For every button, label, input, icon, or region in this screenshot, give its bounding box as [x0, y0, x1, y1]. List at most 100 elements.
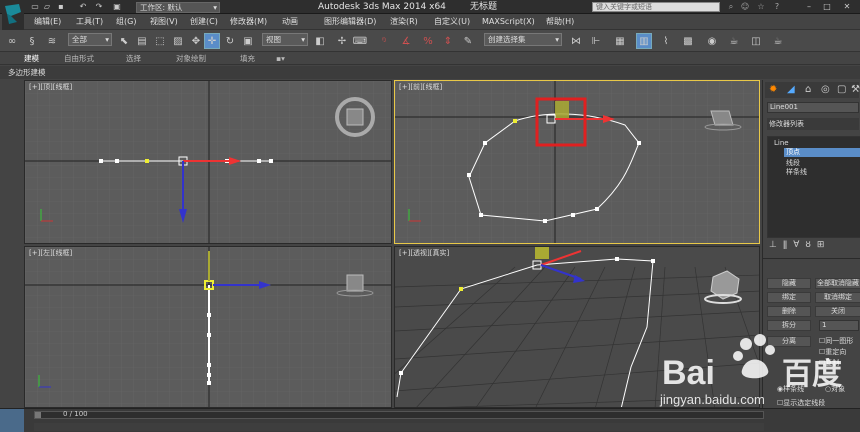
utilities-tab-icon[interactable]: ⚒: [851, 84, 860, 95]
reference-coord-dropdown[interactable]: 视图 ▾: [262, 33, 308, 46]
workspace-dropdown[interactable]: 工作区: 默认 ▾: [136, 2, 220, 13]
motion-tab-icon[interactable]: ◎: [821, 84, 830, 95]
main-toolbar: ∞ § ≋ 全部 ▾ ⬉ ▤ ⬚ ▨ ✥ ✛ ↻ ▣ 视图 ▾ ◧ ✢ ⌨ ᵑ ∡ …: [0, 30, 860, 52]
menu-modifiers[interactable]: 修改器(M): [230, 16, 267, 28]
time-slider-handle[interactable]: [35, 412, 41, 418]
hold-icon[interactable]: ▣: [112, 2, 122, 11]
bind-button[interactable]: 绑定: [767, 292, 811, 303]
ribbon-tab-freeform[interactable]: 自由形式: [64, 54, 94, 64]
rect-selection-icon[interactable]: ⬚: [152, 33, 168, 49]
select-manipulate-icon[interactable]: ✢: [334, 33, 350, 49]
ribbon-subtab[interactable]: 多边形建模: [0, 66, 860, 79]
track-bar[interactable]: [34, 423, 764, 431]
redo-icon[interactable]: ↷: [94, 2, 104, 11]
material-editor-icon[interactable]: ◉: [704, 33, 720, 49]
keyboard-shortcut-icon[interactable]: ⌨: [352, 33, 368, 49]
select-move-icon[interactable]: ✥: [188, 33, 204, 49]
search-icon[interactable]: ⌕: [726, 2, 736, 11]
menu-graph-editors[interactable]: 图形编辑器(D): [324, 16, 376, 28]
new-file-icon[interactable]: ▭: [30, 2, 40, 11]
ribbon-tab-modeling[interactable]: 建模: [24, 54, 39, 64]
selection-filter-dropdown[interactable]: 全部 ▾: [68, 33, 112, 46]
object-name-field[interactable]: Line001: [767, 102, 859, 113]
render-setup-icon[interactable]: ☕: [726, 33, 742, 49]
ribbon-tab-object-paint[interactable]: 对象绘制: [176, 54, 206, 64]
viewport-layout-icon[interactable]: [0, 409, 24, 432]
move-active-icon[interactable]: ✛: [204, 33, 220, 49]
snap-toggle-icon[interactable]: ᵑ: [376, 33, 392, 49]
ribbon-tab-selection[interactable]: 选择: [126, 54, 141, 64]
close-icon[interactable]: ✕: [842, 2, 852, 11]
menu-rendering[interactable]: 渲染(R): [390, 16, 418, 28]
maximize-icon[interactable]: □: [822, 2, 832, 11]
menu-customize[interactable]: 自定义(U): [434, 16, 470, 28]
viewport-left[interactable]: [+][左][线框]: [24, 246, 392, 408]
hide-button[interactable]: 隐藏: [767, 278, 811, 289]
watermark-subtitle: jingyan.baidu.com: [659, 392, 765, 407]
modify-tab-icon[interactable]: ◢: [787, 84, 795, 95]
close-button[interactable]: 关闭: [815, 306, 860, 317]
align-icon[interactable]: ⊩: [588, 33, 604, 49]
user-icon[interactable]: ☺: [740, 2, 750, 11]
link-icon[interactable]: ∞: [4, 33, 20, 49]
viewport-top-label[interactable]: [+][顶][线框]: [29, 83, 72, 92]
rotate-icon[interactable]: ↻: [222, 33, 238, 49]
delete-button[interactable]: 删除: [767, 306, 811, 317]
window-crossing-icon[interactable]: ▨: [170, 33, 186, 49]
ribbon-toggle-icon[interactable]: ▥: [636, 33, 652, 49]
save-icon[interactable]: ▪: [56, 2, 66, 11]
open-file-icon[interactable]: ▱: [42, 2, 52, 11]
viewport-front-label[interactable]: [+][前][线框]: [399, 83, 442, 92]
stack-item-line[interactable]: Line: [774, 139, 789, 147]
angle-snap-icon[interactable]: ∡: [398, 33, 414, 49]
viewport-left-label[interactable]: [+][左][线框]: [29, 249, 72, 258]
scale-icon[interactable]: ▣: [240, 33, 256, 49]
document-title: 无标题: [470, 2, 498, 12]
time-slider[interactable]: 0 / 100: [34, 410, 764, 419]
menu-maxscript[interactable]: MAXScript(X): [482, 16, 535, 28]
modifier-list-dropdown[interactable]: 修改器列表: [767, 118, 859, 130]
render-production-icon[interactable]: ☕: [770, 33, 786, 49]
undo-icon[interactable]: ↶: [78, 2, 88, 11]
menu-edit[interactable]: 编辑(E): [34, 16, 61, 28]
ribbon-options-icon[interactable]: ▪▾: [276, 54, 285, 64]
display-tab-icon[interactable]: ▢: [837, 84, 846, 95]
unbind-button[interactable]: 取消绑定: [815, 292, 860, 303]
unhide-all-button[interactable]: 全部取消隐藏: [815, 278, 860, 289]
viewport-front[interactable]: [+][前][线框]: [394, 80, 760, 244]
polygon-modeling-label: 多边形建模: [8, 68, 46, 77]
ribbon-tab-populate[interactable]: 填充: [240, 54, 255, 64]
unlink-icon[interactable]: §: [24, 33, 40, 49]
percent-snap-icon[interactable]: %: [420, 33, 436, 49]
app-logo[interactable]: [2, 0, 24, 30]
viewport-perspective-label[interactable]: [+][透视][真实]: [399, 249, 449, 258]
curve-editor-icon[interactable]: ⌇: [658, 33, 674, 49]
menu-group[interactable]: 组(G): [116, 16, 136, 28]
minimize-icon[interactable]: –: [804, 2, 814, 11]
menu-tools[interactable]: 工具(T): [76, 16, 103, 28]
stack-item-vertex[interactable]: 顶点: [784, 148, 860, 157]
menu-animation[interactable]: 动画: [282, 16, 298, 28]
mirror-icon[interactable]: ⋈: [568, 33, 584, 49]
select-object-icon[interactable]: ⬉: [116, 33, 132, 49]
menu-help[interactable]: 帮助(H): [546, 16, 574, 28]
rendered-frame-icon[interactable]: ◫: [748, 33, 764, 49]
hierarchy-tab-icon[interactable]: ⌂: [805, 84, 811, 95]
menu-create[interactable]: 创建(C): [190, 16, 218, 28]
search-input[interactable]: 键入关键字或短语: [592, 2, 720, 12]
create-tab-icon[interactable]: ✹: [769, 84, 777, 95]
stack-tools-icons[interactable]: ⊥ǁ∀ȣ⊞: [769, 240, 860, 252]
named-selection-dropdown[interactable]: 创建选择集 ▾: [484, 33, 562, 46]
edit-named-selection-icon[interactable]: ✎: [460, 33, 476, 49]
star-icon[interactable]: ☆: [756, 2, 766, 11]
layer-manager-icon[interactable]: ▦: [612, 33, 628, 49]
viewport-top[interactable]: [+][顶][线框]: [24, 80, 392, 244]
select-by-name-icon[interactable]: ▤: [134, 33, 150, 49]
stack-item-spline[interactable]: 样条线: [786, 167, 807, 177]
help-icon[interactable]: ?: [772, 2, 782, 11]
pivot-center-icon[interactable]: ◧: [312, 33, 328, 49]
menu-views[interactable]: 视图(V): [150, 16, 178, 28]
spinner-snap-icon[interactable]: ⇕: [440, 33, 456, 49]
bind-spacewarp-icon[interactable]: ≋: [44, 33, 60, 49]
schematic-view-icon[interactable]: ▩: [680, 33, 696, 49]
